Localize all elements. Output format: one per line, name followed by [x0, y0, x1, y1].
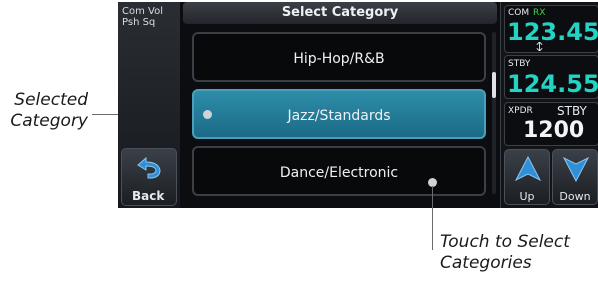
- down-label: Down: [559, 190, 591, 203]
- transponder-box[interactable]: XPDR STBY 1200: [504, 102, 598, 146]
- category-item-hip-hop[interactable]: Hip-Hop/R&B: [192, 32, 486, 82]
- list-scrollbar[interactable]: [492, 32, 496, 194]
- avionics-display: Com Vol Psh Sq Back Select Category Hip-…: [118, 2, 598, 208]
- com-active-frequency: 123.45: [507, 18, 598, 46]
- com-active-box[interactable]: COM RX 123.45: [504, 5, 598, 53]
- com-volume-knob-label[interactable]: Com Vol Psh Sq: [122, 6, 163, 28]
- stby-label: STBY: [508, 59, 531, 69]
- back-arrow-icon: [137, 156, 161, 179]
- xpdr-label: XPDR: [508, 106, 533, 116]
- up-label: Up: [519, 190, 535, 203]
- page-title: Select Category: [183, 2, 497, 24]
- up-arrow-icon: [514, 155, 542, 182]
- swap-arrows-icon: [536, 42, 543, 51]
- category-item-dance[interactable]: Dance/Electronic: [192, 146, 486, 196]
- com-standby-frequency: 124.55: [507, 70, 598, 98]
- selected-category-callout: Selected Category: [6, 90, 88, 132]
- radio-panel: COM RX 123.45 STBY 124.55 XPDR STBY 1200…: [500, 2, 598, 208]
- category-item-jazz-selected[interactable]: Jazz/Standards: [192, 89, 486, 139]
- com-label: COM: [508, 8, 530, 18]
- com-standby-box[interactable]: STBY 124.55: [504, 55, 598, 99]
- selected-callout-dot: [203, 110, 212, 119]
- com-vol-label: Com Vol: [122, 6, 163, 17]
- scroll-up-button[interactable]: Up: [504, 149, 550, 205]
- category-list-panel: Select Category Hip-Hop/R&B Jazz/Standar…: [180, 2, 500, 208]
- callout-touch-line1: Touch to Select: [440, 232, 570, 252]
- touch-to-select-callout: Touch to Select Categories: [440, 232, 596, 274]
- touch-leader-line: [432, 186, 433, 250]
- down-arrow-icon: [562, 156, 590, 183]
- back-button[interactable]: Back: [121, 148, 177, 206]
- rx-label: RX: [533, 8, 546, 18]
- xpdr-code: 1200: [523, 118, 585, 143]
- back-label: Back: [132, 189, 165, 203]
- left-panel: Com Vol Psh Sq Back: [118, 2, 181, 208]
- callout-selected-line2: Category: [10, 111, 88, 131]
- callout-touch-line2: Categories: [440, 253, 532, 273]
- scroll-down-button[interactable]: Down: [552, 149, 598, 205]
- xpdr-mode: STBY: [557, 104, 587, 118]
- callout-selected-line1: Selected: [14, 90, 88, 110]
- push-squelch-label: Psh Sq: [122, 17, 156, 28]
- scrollbar-thumb[interactable]: [492, 72, 496, 98]
